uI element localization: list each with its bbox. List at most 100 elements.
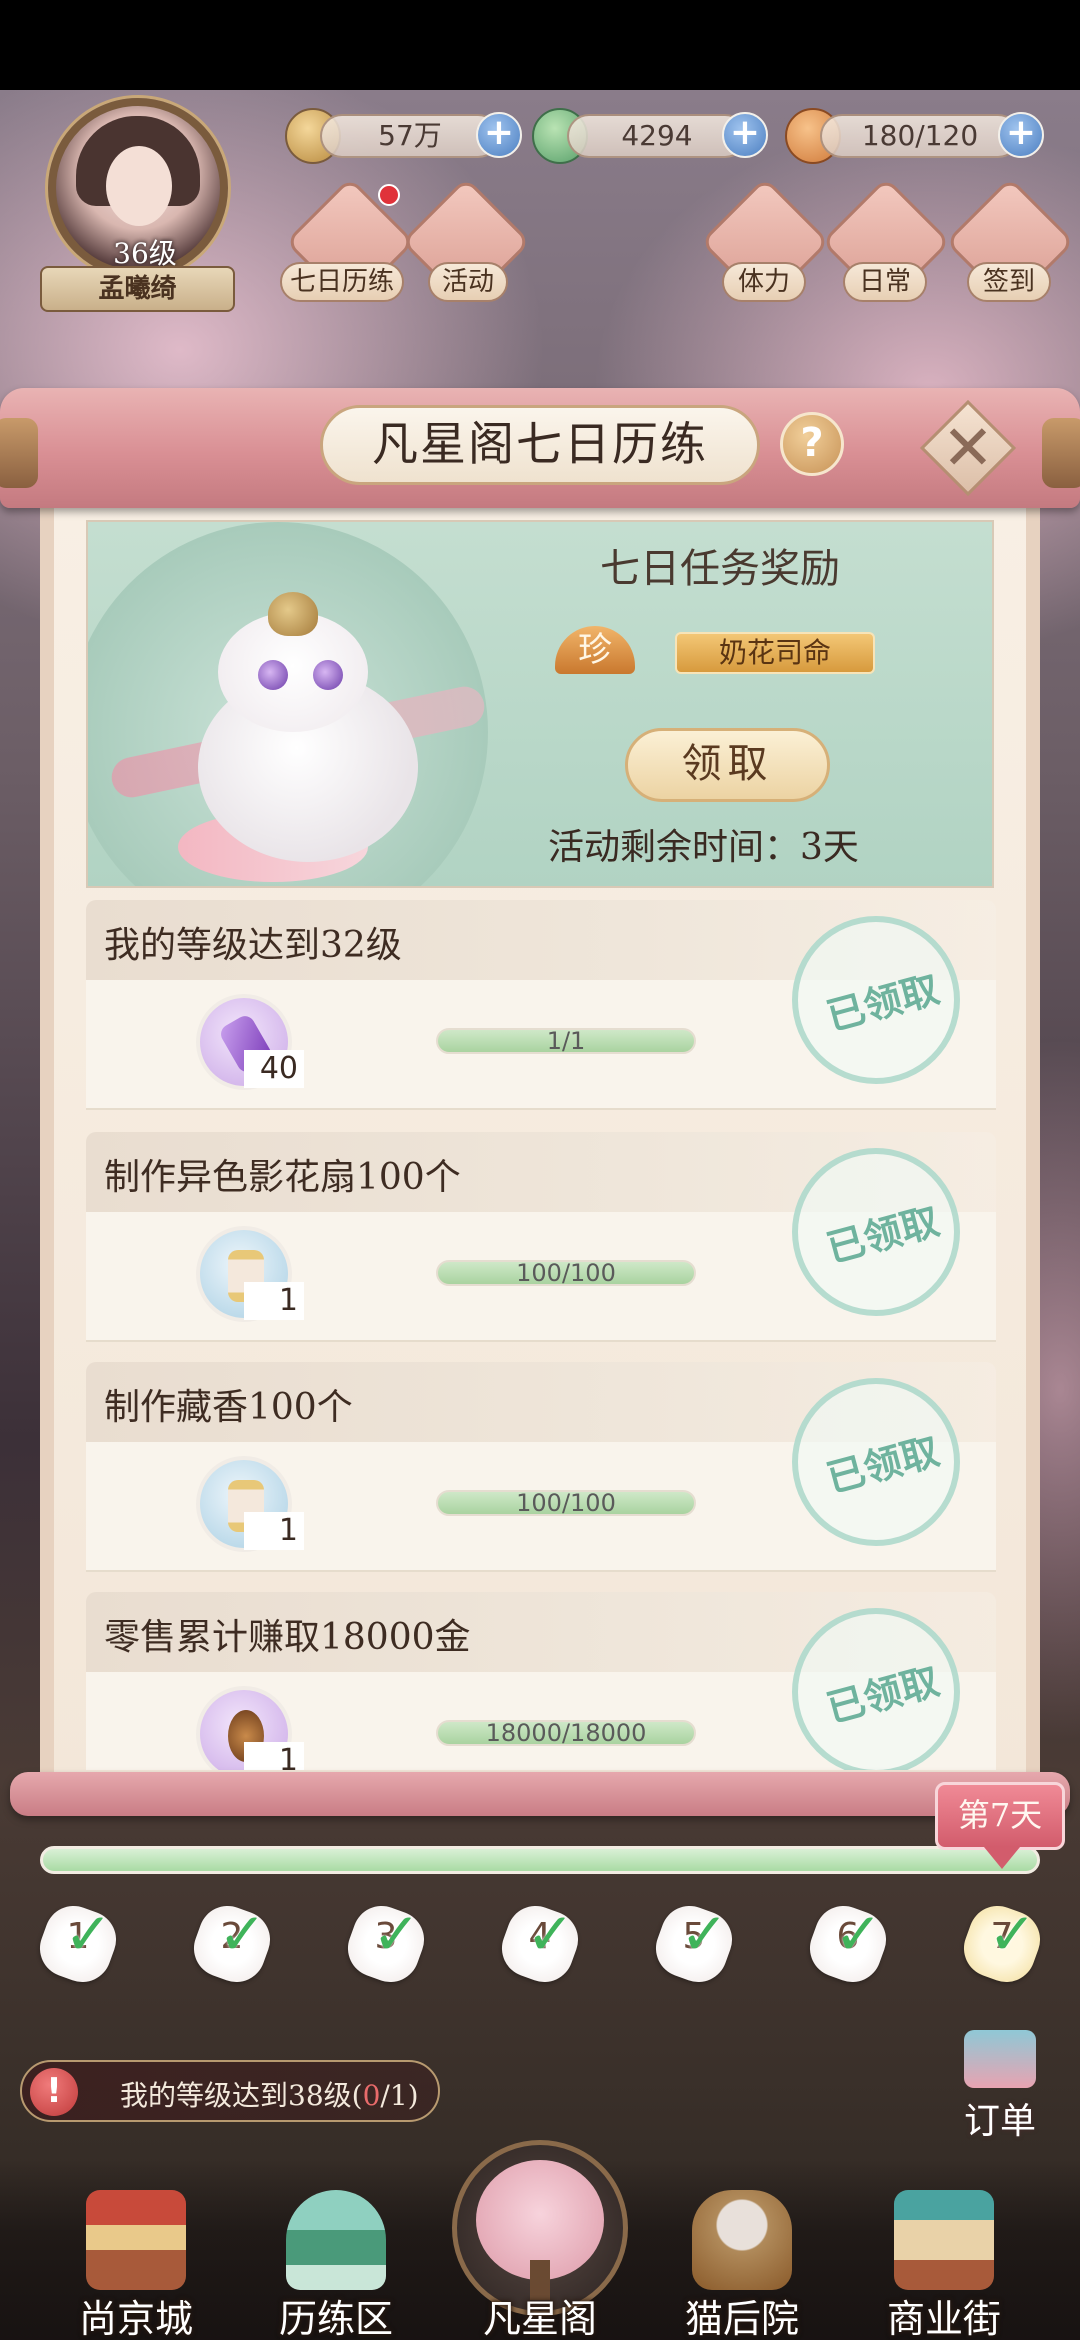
nav-label: 尚京城 (78, 2297, 193, 2340)
claimed-stamp: 已领取 (792, 916, 960, 1084)
day-2-marker[interactable]: 2 ✓ (185, 1897, 279, 1991)
avatar-face (106, 146, 172, 226)
cat-reward-illustration (107, 582, 489, 882)
bird-currency-value: 4294 (621, 119, 693, 152)
nav-label: 猫后院 (684, 2297, 799, 2340)
claimed-stamp: 已领取 (792, 1608, 960, 1770)
task-list[interactable]: 我的等级达到32级 40 1/1 已领取 制作异色影花扇100个 1 100/1… (86, 900, 996, 1770)
warning-icon: ! (30, 2068, 78, 2116)
quest-notice[interactable]: ! 我的等级达到38级(0/1) (20, 2060, 440, 2122)
item-count: 1 (244, 1282, 304, 1320)
task-progress-text: 18000/18000 (485, 1719, 647, 1747)
task-title: 制作藏香100个 (104, 1387, 353, 1428)
nav-item-cat-yard[interactable]: 猫后院 (662, 2180, 822, 2340)
claimed-stamp: 已领取 (792, 1148, 960, 1316)
remaining-time: 活动剩余时间：3天 (548, 827, 859, 868)
add-coin-button[interactable]: + (476, 112, 522, 158)
rarity-label: 珍 (578, 630, 612, 670)
cat-hat (268, 592, 318, 636)
cat-eye-right (313, 660, 343, 690)
nav-item-trial-area[interactable]: 历练区 (256, 2180, 416, 2340)
day-6-marker[interactable]: 6 ✓ (801, 1897, 895, 1991)
notice-progress-current: 0 (362, 2079, 381, 2112)
reward-name: 奶花司命 (675, 632, 875, 674)
task-row: 零售累计赚取18000金 1 18000/18000 已领取 (86, 1592, 996, 1770)
current-day-badge: 第7天 (935, 1782, 1065, 1869)
notice-progress-rest: /1) (380, 2079, 419, 2112)
day-3-marker[interactable]: 3 ✓ (339, 1897, 433, 1991)
shortcut-label-trial[interactable]: 七日历练 (280, 262, 404, 302)
rarity-badge: 珍 (555, 622, 635, 678)
check-icon: ✓ (680, 1900, 729, 1968)
palace-icon (86, 2190, 186, 2290)
reward-title: 七日任务奖励 (600, 546, 840, 592)
day-7-marker[interactable]: 7 ✓ (955, 1897, 1049, 1991)
task-progress-text: 100/100 (516, 1259, 616, 1287)
task-title: 我的等级达到32级 (104, 925, 402, 966)
nav-item-commerce-street[interactable]: 商业街 (864, 2180, 1024, 2340)
nav-item-shangjing[interactable]: 尚京城 (56, 2180, 216, 2340)
task-progress-bar: 100/100 (436, 1260, 696, 1286)
item-count: 1 (244, 1512, 304, 1550)
task-row: 制作藏香100个 1 100/100 已领取 (86, 1362, 996, 1582)
check-icon: ✓ (526, 1900, 575, 1968)
shortcut-label-sign-in[interactable]: 签到 (967, 262, 1051, 302)
close-icon: ✕ (942, 411, 994, 484)
cat-basket-icon (692, 2190, 792, 2290)
player-name: 孟曦绮 (40, 266, 235, 312)
check-icon: ✓ (372, 1900, 421, 1968)
day-1-marker[interactable]: 1 ✓ (31, 1897, 125, 1991)
nav-item-fanxing[interactable]: 凡星阁 (460, 2180, 620, 2340)
add-stamina-button[interactable]: + (998, 112, 1044, 158)
scroll-bottom-rod (10, 1772, 1070, 1816)
task-progress-bar: 18000/18000 (436, 1720, 696, 1746)
claimed-stamp: 已领取 (792, 1378, 960, 1546)
order-icon (964, 2030, 1036, 2088)
order-label: 订单 (963, 2101, 1036, 2142)
nav-label: 商业街 (886, 2297, 1001, 2340)
close-button[interactable]: ✕ (919, 399, 1017, 497)
item-count: 40 (244, 1050, 304, 1088)
check-icon: ✓ (988, 1900, 1037, 1968)
bird-currency-bar: 4294 (567, 114, 747, 158)
task-progress-bar: 1/1 (436, 1028, 696, 1054)
day-5-marker[interactable]: 5 ✓ (647, 1897, 741, 1991)
mountain-icon (286, 2190, 386, 2290)
nav-label: 历练区 (278, 2297, 393, 2340)
shortcut-label-stamina[interactable]: 体力 (722, 262, 806, 302)
shortcut-label-daily[interactable]: 日常 (843, 262, 927, 302)
shop-gate-icon (894, 2190, 994, 2290)
claim-button[interactable]: 领取 (625, 728, 830, 802)
nav-label: 凡星阁 (482, 2297, 597, 2340)
claimed-label: 已领取 (821, 965, 944, 1039)
cat-eye-left (258, 660, 288, 690)
claimed-label: 已领取 (821, 1197, 944, 1271)
task-title: 制作异色影花扇100个 (104, 1157, 461, 1198)
task-progress-text: 1/1 (546, 1027, 586, 1055)
notice-text: 我的等级达到38级(0/1) (120, 2074, 419, 2114)
shortcut-label-activity[interactable]: 活动 (428, 262, 508, 302)
day-4-marker[interactable]: 4 ✓ (493, 1897, 587, 1991)
order-button[interactable]: 订单 (950, 2030, 1050, 2142)
item-count: 1 (244, 1742, 304, 1770)
red-dot-badge (378, 184, 400, 206)
coin-bar: 57万 (320, 114, 500, 158)
claimed-label: 已领取 (821, 1427, 944, 1501)
notice-text-main: 我的等级达到38级( (120, 2079, 363, 2112)
check-icon: ✓ (64, 1900, 113, 1968)
panel-title: 凡星阁七日历练 (320, 405, 760, 485)
task-progress-bar: 100/100 (436, 1490, 696, 1516)
help-button[interactable]: ? (780, 412, 844, 476)
coin-value: 57万 (378, 119, 442, 152)
task-progress-text: 100/100 (516, 1489, 616, 1517)
claimed-label: 已领取 (821, 1657, 944, 1731)
task-row: 我的等级达到32级 40 1/1 已领取 (86, 900, 996, 1120)
day-progress-track (40, 1846, 1040, 1874)
task-title: 零售累计赚取18000金 (104, 1617, 471, 1658)
check-icon: ✓ (834, 1900, 883, 1968)
status-bar (0, 0, 1080, 90)
stamina-value: 180/120 (861, 119, 979, 152)
task-row: 制作异色影花扇100个 1 100/100 已领取 (86, 1132, 996, 1352)
check-icon: ✓ (218, 1900, 267, 1968)
add-bird-currency-button[interactable]: + (722, 112, 768, 158)
